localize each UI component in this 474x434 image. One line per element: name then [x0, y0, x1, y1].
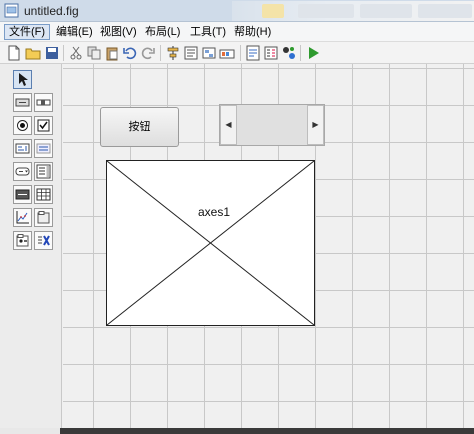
open-folder-icon[interactable]: [25, 45, 41, 61]
activex-icon: [38, 235, 50, 246]
listbox-icon: [36, 164, 51, 179]
menu-help[interactable]: 帮助(H): [230, 24, 275, 40]
cut-icon[interactable]: [68, 45, 84, 61]
static-text-tool[interactable]: [34, 139, 53, 158]
edit-text-icon: [15, 143, 30, 154]
window-title: untitled.fig: [24, 4, 79, 18]
panel-icon: [37, 211, 50, 224]
push-button-tool[interactable]: [13, 93, 32, 112]
table-icon: [36, 188, 51, 201]
menu-layout[interactable]: 布局(L): [141, 24, 184, 40]
checkbox-tool[interactable]: [34, 116, 53, 135]
radio-button-tool[interactable]: [13, 116, 32, 135]
push-button[interactable]: 按钮: [100, 107, 179, 147]
slider-icon: [36, 99, 51, 106]
edit-text-tool[interactable]: [13, 139, 32, 158]
popup-menu-icon: [15, 167, 30, 176]
table-tool[interactable]: [34, 185, 53, 204]
panel-tool[interactable]: [34, 208, 53, 227]
toggle-button-tool[interactable]: [13, 185, 32, 204]
slider-right-arrow-icon[interactable]: ▶: [307, 105, 324, 145]
menu-view[interactable]: 视图(V): [96, 24, 141, 40]
axes-tool[interactable]: [13, 208, 32, 227]
push-button-icon: [15, 98, 30, 107]
slider-tool[interactable]: [34, 93, 53, 112]
toolbar-editor-icon[interactable]: [219, 45, 235, 61]
activex-tool[interactable]: [34, 231, 53, 250]
tab-order-icon[interactable]: [201, 45, 217, 61]
slider-trough[interactable]: [237, 105, 307, 145]
mfile-editor-icon[interactable]: [245, 45, 261, 61]
menu-bar: 文件(F) 编辑(E) 视图(V) 布局(L) 工具(T) 帮助(H): [0, 22, 474, 42]
select-tool[interactable]: [13, 70, 32, 89]
component-palette: [0, 64, 62, 428]
axes[interactable]: axes1: [106, 160, 315, 326]
slider[interactable]: ◀ ▶: [219, 104, 325, 146]
status-strip-left: [0, 428, 60, 434]
blurred-taskbar-area: [232, 1, 474, 21]
static-text-icon: [36, 143, 51, 154]
save-icon[interactable]: [44, 45, 60, 61]
popup-menu-tool[interactable]: [13, 162, 32, 181]
listbox-tool[interactable]: [34, 162, 53, 181]
radio-button-icon: [17, 120, 28, 131]
button-group-tool[interactable]: [13, 231, 32, 250]
menu-tools[interactable]: 工具(T): [186, 24, 230, 40]
horizontal-scrollbar[interactable]: [60, 428, 474, 434]
axes-label: axes1: [197, 205, 232, 219]
paste-icon[interactable]: [104, 45, 120, 61]
axes-icon: [16, 211, 29, 224]
align-icon[interactable]: [165, 45, 181, 61]
axes-placeholder-cross: [107, 161, 314, 325]
arrow-pointer-icon: [19, 73, 28, 86]
menu-edit[interactable]: 编辑(E): [52, 24, 97, 40]
menu-editor-icon[interactable]: [183, 45, 199, 61]
run-icon[interactable]: [305, 45, 321, 61]
redo-icon[interactable]: [140, 45, 156, 61]
title-bar: untitled.fig: [0, 0, 474, 22]
app-icon: [4, 3, 19, 18]
toggle-button-icon: [15, 189, 30, 200]
button-group-icon: [16, 234, 29, 247]
checkbox-icon: [37, 119, 50, 132]
property-inspector-icon[interactable]: [263, 45, 279, 61]
new-file-icon[interactable]: [6, 45, 22, 61]
menu-file[interactable]: 文件(F): [4, 24, 51, 40]
object-browser-icon[interactable]: [281, 45, 297, 61]
toolbar: [0, 42, 474, 64]
slider-left-arrow-icon[interactable]: ◀: [220, 105, 237, 145]
copy-icon[interactable]: [86, 45, 102, 61]
undo-icon[interactable]: [122, 45, 138, 61]
